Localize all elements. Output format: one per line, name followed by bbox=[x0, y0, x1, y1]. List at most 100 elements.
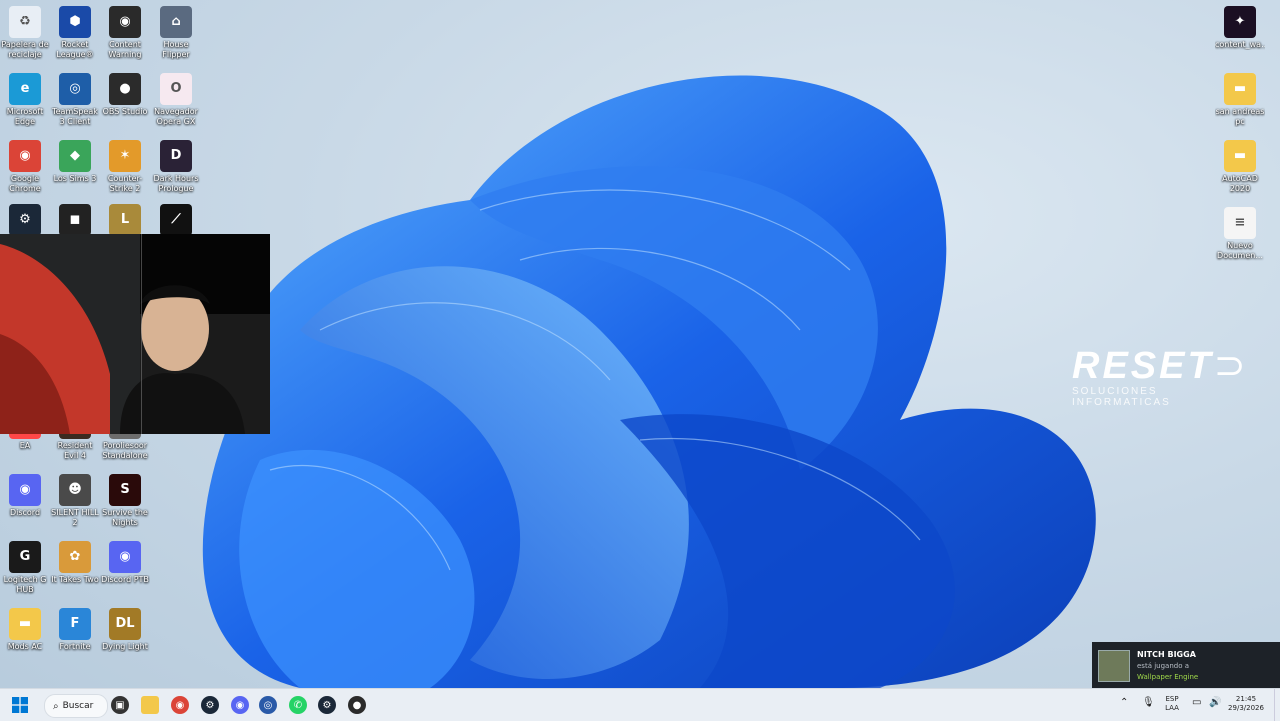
shortcut-label: Papelera de reciclaje bbox=[1, 40, 49, 59]
teamspeak-icon: ◎ bbox=[259, 696, 277, 714]
chrome-icon: ◉ bbox=[9, 140, 41, 172]
desktop-shortcut[interactable]: F Fortnite bbox=[50, 604, 100, 652]
shortcut-label: san andreas pc bbox=[1215, 107, 1265, 126]
text-document-icon: ≡ bbox=[1224, 207, 1256, 239]
desktop-shortcut[interactable]: ◼ bbox=[50, 200, 100, 238]
file-explorer-icon: ▬ bbox=[141, 696, 159, 714]
desktop-shortcut[interactable]: ♻ Papelera de reciclaje bbox=[0, 2, 50, 60]
shortcut-label: Microsoft Edge bbox=[6, 107, 44, 126]
taskbar-app-button[interactable]: ⚙ bbox=[198, 693, 222, 717]
show-desktop-button[interactable] bbox=[1274, 689, 1280, 721]
desktop-shortcut[interactable]: O Navegador Opera GX bbox=[151, 69, 201, 127]
shortcut-label: Resident Evil 4 bbox=[57, 441, 93, 460]
desktop-shortcut[interactable]: ⬢ Rocket League® bbox=[50, 2, 100, 60]
teamspeak-icon: ◎ bbox=[59, 73, 91, 105]
shortcut-label: Logitech G HUB bbox=[3, 575, 47, 594]
desktop-shortcut[interactable]: ◎ TeamSpeak 3 Client bbox=[50, 69, 100, 127]
obs-icon: ● bbox=[348, 696, 366, 714]
desktop-shortcut[interactable]: e Microsoft Edge bbox=[0, 69, 50, 127]
logitech-icon: G bbox=[9, 541, 41, 573]
reset-brand-logo: RESET⊃ SOLUCIONES INFORMATICAS bbox=[1072, 346, 1247, 408]
taskbar-app-button[interactable]: ● bbox=[345, 693, 369, 717]
dying-light-icon: DL bbox=[109, 608, 141, 640]
desktop-shortcut[interactable]: ☻ SILENT HILL 2 bbox=[50, 470, 100, 528]
league-icon: L bbox=[109, 204, 141, 236]
show-hidden-icons-button[interactable]: ⌃ bbox=[1120, 698, 1128, 708]
recycle-bin-icon: ♻ bbox=[9, 6, 41, 38]
task-view-icon: ▣ bbox=[111, 696, 129, 714]
survive-nights-icon: S bbox=[109, 474, 141, 506]
desktop-shortcut[interactable]: D Dark Hours Prologue bbox=[151, 136, 201, 194]
desktop-shortcut[interactable]: ✿ It Takes Two bbox=[50, 537, 100, 585]
shortcut-label: House Flipper bbox=[162, 40, 190, 59]
volume-icon[interactable]: 🔊 bbox=[1209, 698, 1221, 708]
desktop-shortcut[interactable]: ≡ Nuevo Documen... bbox=[1215, 203, 1265, 261]
shortcut-label: Discord bbox=[9, 508, 41, 517]
fortnite-icon: F bbox=[59, 608, 91, 640]
desktop-shortcut[interactable]: ✶ Counter-Strike 2 bbox=[100, 136, 150, 194]
taskbar-app-button[interactable]: ⚙ bbox=[315, 693, 339, 717]
desktop-shortcut[interactable]: DL Dying Light bbox=[100, 604, 150, 652]
dark-hours-icon: D bbox=[160, 140, 192, 172]
taskbar-app-button[interactable]: ✆ bbox=[286, 693, 310, 717]
shortcut-label: Fortnite bbox=[59, 642, 91, 651]
desktop-shortcut[interactable]: ⌂ House Flipper bbox=[151, 2, 201, 60]
desktop-shortcut[interactable]: ◉ Content Warning bbox=[100, 2, 150, 60]
shortcut-label: Dark Hours Prologue bbox=[153, 174, 199, 193]
edge-icon: e bbox=[9, 73, 41, 105]
desktop-shortcut[interactable]: ● OBS Studio bbox=[100, 69, 150, 117]
friend-avatar bbox=[1098, 650, 1130, 682]
image-file-icon: ✦ bbox=[1224, 6, 1256, 38]
taskbar-app-button[interactable]: ◉ bbox=[168, 693, 192, 717]
steam-icon: ⚙ bbox=[9, 204, 41, 236]
desktop-shortcut[interactable]: ✦ content_wa... bbox=[1215, 2, 1265, 50]
desktop-shortcut[interactable]: ◆ Los Sims 3 bbox=[50, 136, 100, 184]
start-button[interactable] bbox=[8, 693, 32, 717]
discord-icon: ◉ bbox=[9, 474, 41, 506]
desktop-shortcut[interactable]: ◉ Discord bbox=[0, 470, 50, 518]
network-icon[interactable]: ▭ bbox=[1192, 698, 1201, 708]
desktop-shortcut[interactable]: ⟋ bbox=[151, 200, 201, 238]
steam-icon: ⚙ bbox=[201, 696, 219, 714]
steam-friend-notification[interactable]: NITCH BIGGA está jugando a Wallpaper Eng… bbox=[1092, 642, 1280, 688]
desktop-shortcut[interactable]: L bbox=[100, 200, 150, 238]
search-label: Buscar bbox=[62, 701, 94, 711]
desktop-shortcut[interactable]: ▬ AutoCAD 2020 bbox=[1215, 136, 1265, 194]
desktop-shortcut[interactable]: ◉ Discord PTB bbox=[100, 537, 150, 585]
desktop-shortcut[interactable]: ▬ Mods AC bbox=[0, 604, 50, 652]
house-flipper-icon: ⌂ bbox=[160, 6, 192, 38]
desktop-shortcut[interactable]: ⚙ bbox=[0, 200, 50, 238]
shortcut-label: OBS Studio bbox=[102, 107, 148, 116]
keyboard-layout: LAA bbox=[1165, 704, 1179, 712]
shortcut-label: Discord PTB bbox=[101, 575, 149, 584]
search-icon: ⌕ bbox=[53, 700, 59, 712]
discord-icon: ◉ bbox=[231, 696, 249, 714]
steam-icon: ⚙ bbox=[318, 696, 336, 714]
taskbar-app-button[interactable]: ▣ bbox=[108, 693, 132, 717]
rocket-league-icon: ⬢ bbox=[59, 6, 91, 38]
shortcut-label: Navegador Opera GX bbox=[154, 107, 198, 126]
clock[interactable]: 21:45 29/3/2026 bbox=[1228, 695, 1264, 713]
folder-icon: ▬ bbox=[9, 608, 41, 640]
opera-gx-icon: O bbox=[160, 73, 192, 105]
language-indicator[interactable]: ESP LAA bbox=[1162, 695, 1182, 713]
taskbar-app-button[interactable]: ▬ bbox=[138, 693, 162, 717]
shortcut-label: TeamSpeak 3 Client bbox=[52, 107, 98, 126]
desktop-shortcut[interactable]: ▬ san andreas pc bbox=[1215, 69, 1265, 127]
clock-date: 29/3/2026 bbox=[1228, 704, 1264, 712]
desktop-shortcut[interactable]: G Logitech G HUB bbox=[0, 537, 50, 595]
taskbar: ⌕ Buscar ▣ ▬ ◉ ⚙ ◉ ◎ ✆ ⚙ ● ⌃ 🎙 ESP LAA ▭ 🔊 21:45… bbox=[0, 688, 1280, 721]
taskbar-app-button[interactable]: ◉ bbox=[228, 693, 252, 717]
game-icon: ⟋ bbox=[160, 204, 192, 236]
taskbar-search[interactable]: ⌕ Buscar bbox=[44, 694, 108, 718]
language-code: ESP bbox=[1165, 695, 1179, 703]
desktop-shortcut[interactable]: ◉ Google Chrome bbox=[0, 136, 50, 194]
microphone-icon[interactable]: 🎙 bbox=[1142, 698, 1155, 708]
shortcut-label: SILENT HILL 2 bbox=[51, 508, 99, 527]
shortcut-label: EA bbox=[19, 441, 31, 450]
friend-name: NITCH BIGGA bbox=[1137, 650, 1196, 659]
desktop-shortcut[interactable]: S Survive the Nights bbox=[100, 470, 150, 528]
friend-status: está jugando a bbox=[1137, 662, 1190, 670]
discord-ptb-icon: ◉ bbox=[109, 541, 141, 573]
taskbar-app-button[interactable]: ◎ bbox=[256, 693, 280, 717]
